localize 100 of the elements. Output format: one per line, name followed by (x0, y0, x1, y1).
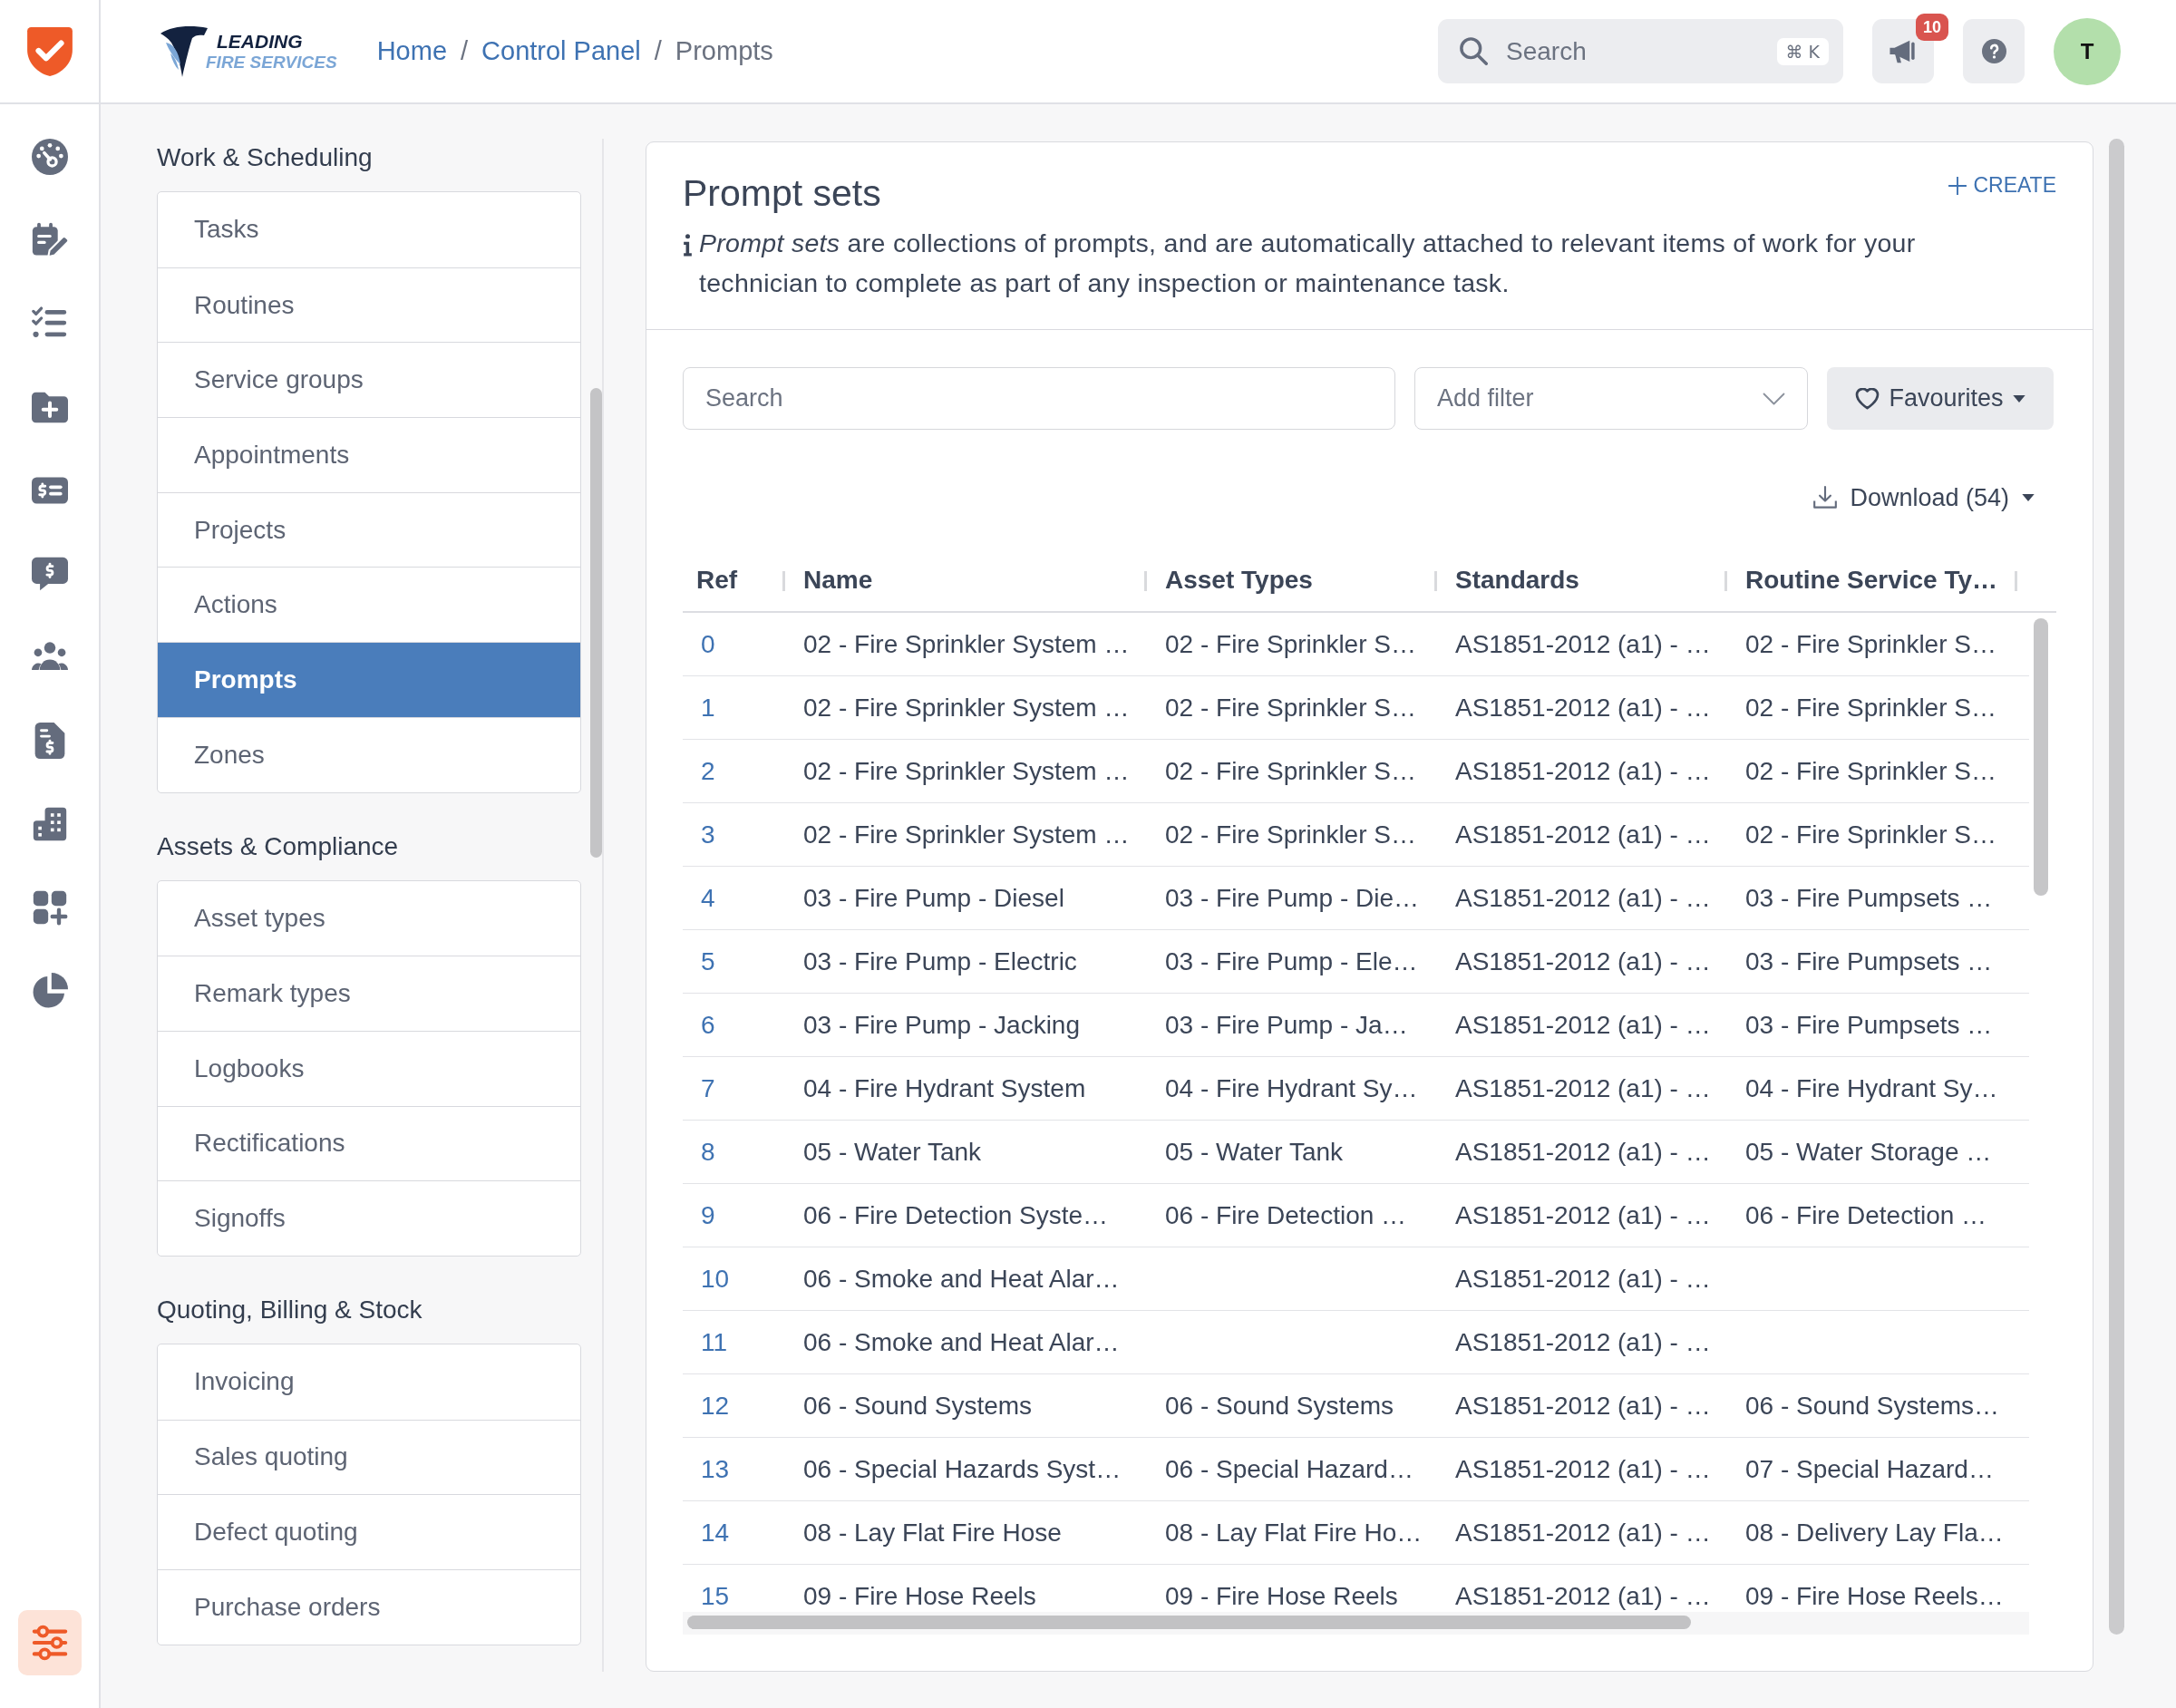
logo-text: FIRE SERVICES (206, 53, 337, 71)
table-cell: 05 - Water Storage … (1745, 1137, 1992, 1167)
nav-button[interactable] (31, 889, 68, 926)
column-header[interactable]: Ref (696, 566, 738, 595)
table-cell: 02 - Fire Sprinkler S… (1165, 693, 1416, 723)
filter-dropdown[interactable]: Add filter (1414, 367, 1808, 430)
column-header[interactable]: Standards (1455, 566, 1579, 595)
calendar-pencil-icon (31, 222, 68, 258)
table-cell: 08 - Lay Flat Fire Hose (803, 1518, 1062, 1548)
ref-link[interactable]: 3 (701, 820, 715, 849)
ref-link[interactable]: 1 (701, 693, 715, 723)
column-header[interactable]: Routine Service Ty… (1745, 566, 1997, 595)
ref-link[interactable]: 7 (701, 1073, 715, 1103)
sidebar-item[interactable]: Zones (158, 716, 580, 792)
sidebar-item[interactable]: Projects (158, 491, 580, 568)
table-cell: 02 - Fire Sprinkler S… (1165, 820, 1416, 849)
sidebar-item[interactable]: Invoicing (158, 1344, 580, 1420)
table-cell: 06 - Fire Detection … (1165, 1200, 1407, 1230)
shield-check-icon[interactable] (25, 25, 73, 77)
create-button[interactable]: CREATE (1948, 173, 2056, 198)
nav-button[interactable] (31, 806, 68, 842)
nav-button[interactable] (31, 222, 68, 258)
favourites-button[interactable]: Favourites (1827, 367, 2054, 430)
ref-link[interactable]: 15 (701, 1581, 730, 1611)
table-cell: 02 - Fire Sprinkler S… (1745, 756, 1996, 786)
plus-icon (1948, 176, 1967, 195)
caret-icon (2022, 494, 2035, 501)
table-cell: AS1851-2012 (a1) - … (1455, 1010, 1711, 1040)
help-button[interactable] (1963, 19, 2025, 83)
ref-link[interactable]: 13 (701, 1454, 730, 1484)
table-cell: AS1851-2012 (a1) - … (1455, 1327, 1711, 1357)
table-cell: 06 - Sound Systems… (1745, 1391, 2000, 1421)
info-icon (683, 234, 693, 257)
table-cell: AS1851-2012 (a1) - … (1455, 1581, 1711, 1611)
table-cell: 03 - Fire Pumpsets … (1745, 946, 1993, 976)
table-cell: 03 - Fire Pump - Die… (1165, 883, 1420, 913)
sidebar-item[interactable]: Service groups (158, 342, 580, 418)
scrollbar-thumb[interactable] (590, 388, 602, 858)
table-cell: 05 - Water Tank (803, 1137, 982, 1167)
grid-plus-icon (31, 889, 68, 926)
sidebar-item[interactable]: Remark types (158, 956, 580, 1031)
nav-button[interactable] (31, 556, 68, 592)
search-field[interactable]: Search (683, 367, 1395, 430)
ref-link[interactable]: 0 (701, 629, 715, 659)
table-cell: 06 - Sound Systems (803, 1391, 1033, 1421)
user-avatar[interactable]: T (2054, 17, 2121, 85)
ref-link[interactable]: 4 (701, 883, 715, 913)
section-title: Work & Scheduling (157, 142, 374, 173)
scrollbar-thumb[interactable] (2034, 618, 2048, 896)
ref-link[interactable]: 5 (701, 946, 715, 976)
breadcrumb-link[interactable]: Control Panel (481, 36, 641, 66)
description-text: Prompt sets are collections of prompts, and are automatically attached to relevant items of work for your technician to complete as part of any inspection or maintenance task. (699, 228, 1917, 299)
ref-link[interactable]: 12 (701, 1391, 730, 1421)
nav-button[interactable] (31, 973, 68, 1009)
table-cell: 02 - Fire Sprinkler S… (1165, 629, 1416, 659)
table-cell: 03 - Fire Pumpsets … (1745, 883, 1993, 913)
sidebar-item[interactable]: Defect quoting (158, 1494, 580, 1569)
sidebar-item[interactable]: Signoffs (158, 1180, 580, 1256)
column-header[interactable]: Asset Types (1165, 566, 1313, 595)
table-cell: 06 - Special Hazard… (1165, 1454, 1413, 1484)
sidebar-item[interactable]: Sales quoting (158, 1419, 580, 1495)
heart-icon (1855, 387, 1880, 410)
table-cell: 06 - Fire Detection … (1745, 1200, 1987, 1230)
table-cell: 03 - Fire Pump - Diesel (803, 883, 1064, 913)
sidebar-item[interactable]: Appointments (158, 417, 580, 492)
scrollbar-thumb[interactable] (2109, 139, 2124, 1635)
table-cell: 03 - Fire Pump - Electric (803, 946, 1077, 976)
sidebar-item[interactable]: Rectifications (158, 1105, 580, 1181)
ref-link[interactable]: 8 (701, 1137, 715, 1167)
table-cell: 09 - Fire Hose Reels (803, 1581, 1036, 1611)
breadcrumb-separator: / (461, 36, 469, 66)
sidebar-item[interactable]: Logbooks (158, 1030, 580, 1106)
table-cell: AS1851-2012 (a1) - … (1455, 693, 1711, 723)
download-button[interactable]: Download (54) (1813, 475, 2035, 520)
ref-link[interactable]: 9 (701, 1200, 715, 1230)
table-cell: 09 - Fire Hose Reels (1165, 1581, 1398, 1611)
nav-button[interactable] (17, 1610, 82, 1675)
sidebar-item[interactable]: Tasks (158, 192, 580, 267)
table-cell: AS1851-2012 (a1) - … (1455, 1518, 1711, 1548)
sidebar-item[interactable]: Prompts (158, 642, 580, 717)
dollar-chat-icon (31, 556, 68, 592)
chevron-down-icon (1763, 393, 1785, 405)
table-cell: 02 - Fire Sprinkler S… (1165, 756, 1416, 786)
nav-button[interactable] (31, 139, 68, 175)
table-cell: 04 - Fire Hydrant Sy… (1165, 1073, 1418, 1103)
table-cell: 08 - Lay Flat Fire Ho… (1165, 1518, 1423, 1548)
table-cell: 06 - Sound Systems (1165, 1391, 1394, 1421)
breadcrumb-link[interactable]: Home (376, 36, 447, 66)
sidebar-item[interactable]: Routines (158, 267, 580, 343)
scrollbar-thumb[interactable] (687, 1616, 1691, 1629)
sidebar-item[interactable]: Asset types (158, 880, 580, 956)
breadcrumb-separator: / (654, 36, 662, 66)
sidebar-item[interactable]: Purchase orders (158, 1569, 580, 1645)
column-header[interactable]: Name (803, 566, 873, 595)
ref-link[interactable]: 14 (701, 1518, 730, 1548)
ref-link[interactable]: 11 (701, 1327, 728, 1357)
ref-link[interactable]: 6 (701, 1010, 715, 1040)
ref-link[interactable]: 2 (701, 756, 715, 786)
table-cell: 02 - Fire Sprinkler S… (1745, 629, 1996, 659)
ref-link[interactable]: 10 (701, 1264, 730, 1294)
